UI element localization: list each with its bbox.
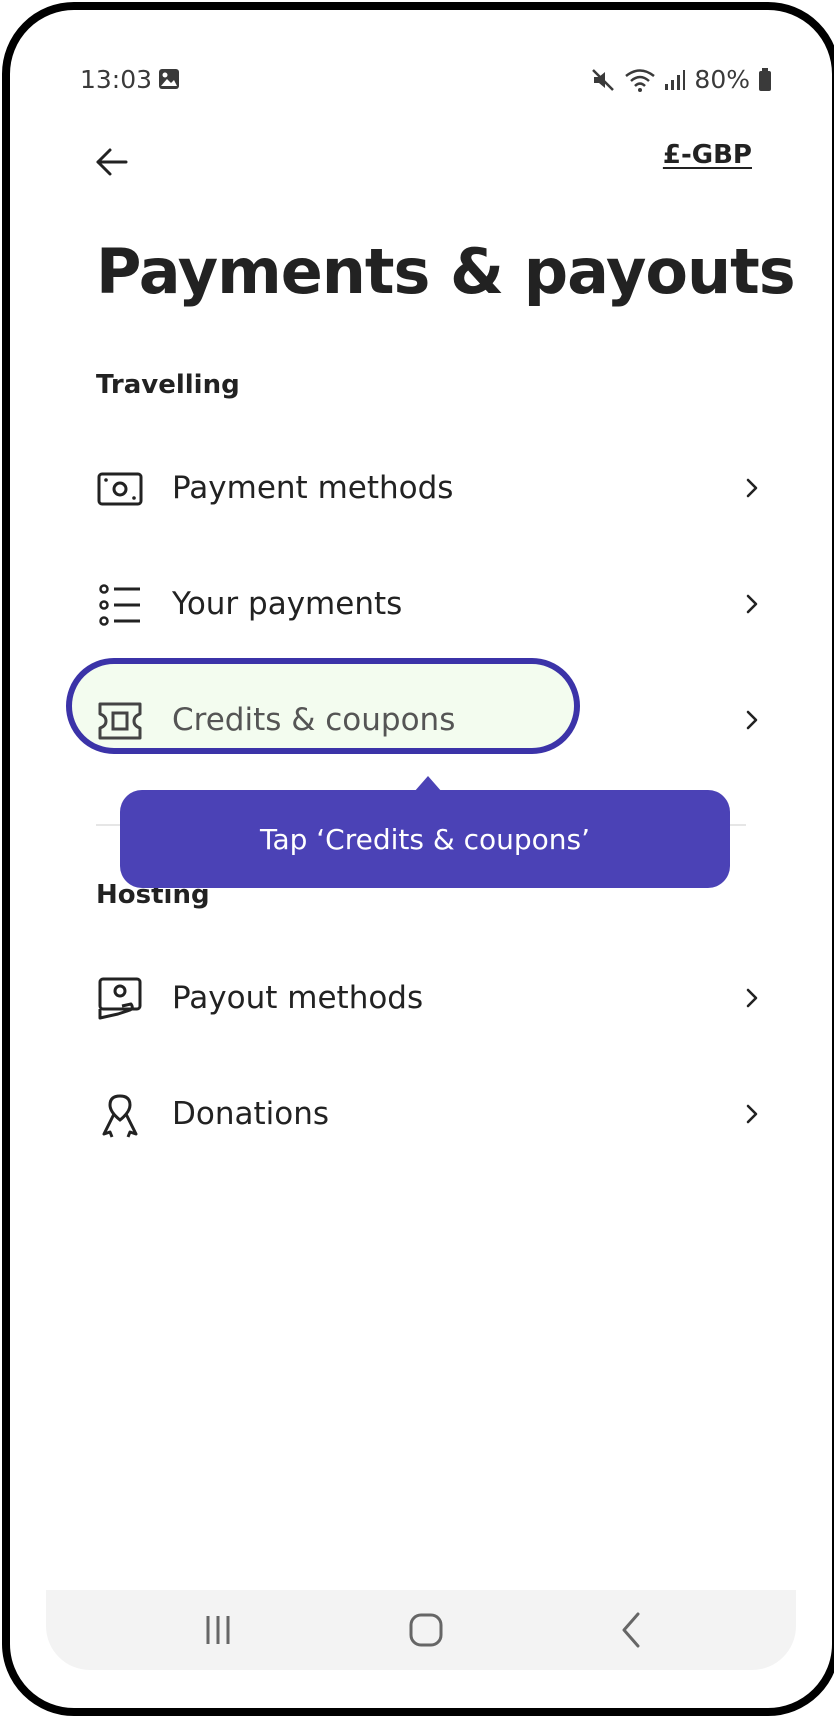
chevron-right-icon — [746, 1104, 758, 1124]
signal-icon — [665, 69, 686, 90]
status-icons: 80% — [590, 65, 772, 94]
menu-item-label: Payout methods — [172, 980, 424, 1016]
image-notification-icon — [159, 69, 179, 89]
menu-item-payment-methods[interactable]: Payment methods — [88, 438, 762, 538]
tutorial-tooltip: Tap ‘Credits & coupons’ — [120, 790, 730, 888]
nav-back-icon[interactable] — [610, 1608, 654, 1652]
home-icon[interactable] — [404, 1608, 448, 1652]
recent-apps-icon[interactable] — [196, 1608, 240, 1652]
menu-item-label: Donations — [172, 1096, 330, 1132]
wifi-icon — [625, 68, 656, 92]
chevron-right-icon — [746, 478, 758, 498]
page-title: Payments & payouts — [96, 235, 796, 308]
top-bar: £-GBP — [10, 130, 832, 190]
chevron-right-icon — [746, 594, 758, 614]
back-arrow-icon[interactable] — [92, 142, 132, 182]
menu-item-label: Payment methods — [172, 470, 454, 506]
chevron-right-icon — [746, 988, 758, 1008]
list-icon — [99, 584, 140, 626]
menu-item-label: Your payments — [172, 586, 403, 622]
system-navigation-bar — [46, 1590, 796, 1670]
battery-level: 80% — [694, 65, 750, 94]
menu-item-donations[interactable]: Donations — [88, 1064, 762, 1164]
chevron-right-icon — [746, 710, 758, 730]
banknote-icon — [97, 472, 143, 506]
status-bar: 13:03 80% — [10, 62, 832, 102]
mute-icon — [592, 68, 615, 91]
phone-frame: 13:03 80% £-GBP Payments & payouts Trave… — [2, 2, 834, 1716]
ticket-icon — [98, 702, 142, 740]
status-time: 13:03 — [80, 65, 153, 94]
menu-item-label: Credits & coupons — [172, 702, 456, 738]
battery-icon — [759, 67, 771, 91]
hand-cash-icon — [98, 977, 142, 1020]
menu-item-your-payments[interactable]: Your payments — [88, 554, 762, 654]
ribbon-icon — [102, 1094, 138, 1138]
menu-item-credits-coupons[interactable]: Credits & coupons — [88, 670, 762, 770]
currency-selector[interactable]: £-GBP — [663, 140, 752, 170]
section-label-travelling: Travelling — [96, 370, 240, 400]
menu-item-payout-methods[interactable]: Payout methods — [88, 948, 762, 1048]
